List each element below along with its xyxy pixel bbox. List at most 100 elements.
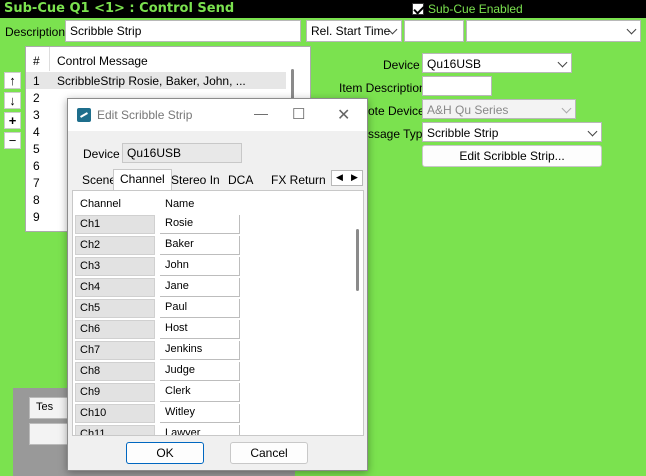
- channel-cell: Ch2: [75, 236, 155, 255]
- channel-tab-panel: Channel Name Ch1 Rosie Ch2 Baker Ch3 John C…: [72, 190, 364, 436]
- checkbox-checked-icon[interactable]: [412, 3, 424, 15]
- chevron-down-icon: [626, 24, 637, 35]
- row-num: 4: [33, 125, 40, 139]
- dialog-device-field: Qu16USB: [122, 143, 242, 163]
- table-row: Ch5 Paul: [75, 299, 315, 320]
- description-input[interactable]: Scribble Strip: [65, 20, 301, 42]
- name-cell[interactable]: Clerk: [160, 383, 240, 402]
- chevron-down-icon: [587, 126, 598, 137]
- chevron-down-icon: [561, 103, 572, 114]
- move-down-button[interactable]: ↓: [4, 92, 21, 109]
- message-type-label: ssage Type: [368, 127, 430, 141]
- col-channel-header: Channel: [80, 198, 121, 210]
- table-row: Ch8 Judge: [75, 362, 315, 383]
- name-cell[interactable]: John: [160, 257, 240, 276]
- channel-cell: Ch11: [75, 425, 155, 435]
- column-divider: [49, 47, 50, 71]
- row-num: 3: [33, 108, 40, 122]
- rel-start-time-value: Rel. Start Time: [311, 24, 391, 38]
- dialog-title-bar: Edit Scribble Strip — ☐ ✕: [68, 99, 367, 131]
- name-cell[interactable]: Baker: [160, 236, 240, 255]
- device-select[interactable]: Qu16USB: [422, 53, 572, 73]
- app-icon: [77, 108, 91, 122]
- table-row: Ch11 Lawyer: [75, 425, 315, 435]
- minimize-icon[interactable]: —: [254, 105, 268, 121]
- tab-scroll-left-icon[interactable]: ◀: [336, 172, 343, 183]
- tab-stereo-in[interactable]: Stereo In: [165, 171, 226, 189]
- table-row: Ch4 Jane: [75, 278, 315, 299]
- name-cell[interactable]: Host: [160, 320, 240, 339]
- message-type-select[interactable]: Scribble Strip: [422, 122, 602, 142]
- name-cell[interactable]: Lawyer: [160, 425, 240, 435]
- channel-cell: Ch5: [75, 299, 155, 318]
- move-up-button[interactable]: ↑: [4, 72, 21, 89]
- remote-device-select[interactable]: A&H Qu Series: [422, 99, 576, 119]
- maximize-icon[interactable]: ☐: [292, 105, 305, 123]
- name-cell[interactable]: Jane: [160, 278, 240, 297]
- table-row: Ch10 Witley: [75, 404, 315, 425]
- list-header: # Control Message: [26, 47, 312, 71]
- item-description-input[interactable]: [422, 76, 492, 96]
- remove-message-button[interactable]: −: [4, 132, 21, 149]
- row-num: 1: [33, 74, 40, 88]
- table-row: Ch6 Host: [75, 320, 315, 341]
- rel-start-time-select[interactable]: Rel. Start Time: [306, 20, 402, 42]
- title-bar: Sub-Cue Q1 <1> : Control Send Sub-Cue En…: [0, 0, 646, 18]
- remote-device-label: ote Device: [368, 104, 425, 118]
- chevron-down-icon: [557, 57, 568, 68]
- table-row: Ch3 John: [75, 257, 315, 278]
- start-time-unit-select[interactable]: [466, 20, 641, 42]
- tab-fx-return[interactable]: FX Return: [265, 171, 332, 189]
- channel-cell: Ch3: [75, 257, 155, 276]
- col-name-header: Name: [165, 198, 195, 210]
- channel-cell: Ch4: [75, 278, 155, 297]
- remote-device-value: A&H Qu Series: [427, 103, 509, 117]
- edit-scribble-strip-button[interactable]: Edit Scribble Strip...: [422, 145, 602, 167]
- channel-cell: Ch7: [75, 341, 155, 360]
- name-cell[interactable]: Rosie: [160, 215, 240, 234]
- tab-scroll-arrows: ◀ ▶: [331, 170, 363, 186]
- window-title: Sub-Cue Q1 <1> : Control Send: [4, 1, 235, 16]
- description-label: Description: [5, 25, 66, 39]
- device-label: Device: [383, 58, 420, 72]
- tab-scroll-right-icon[interactable]: ▶: [351, 172, 358, 183]
- channel-cell: Ch8: [75, 362, 155, 381]
- ok-button[interactable]: OK: [126, 442, 204, 464]
- dialog-title: Edit Scribble Strip: [97, 108, 193, 122]
- channel-cell: Ch9: [75, 383, 155, 402]
- start-time-input[interactable]: [404, 20, 464, 42]
- name-cell[interactable]: Paul: [160, 299, 240, 318]
- name-cell[interactable]: Judge: [160, 362, 240, 381]
- row-num: 9: [33, 210, 40, 224]
- tab-dca[interactable]: DCA: [222, 171, 259, 189]
- table-row: Ch7 Jenkins: [75, 341, 315, 362]
- add-message-button[interactable]: +: [4, 112, 21, 129]
- col-msg-header: Control Message: [57, 54, 148, 68]
- message-type-value: Scribble Strip: [427, 126, 499, 140]
- row-num: 8: [33, 193, 40, 207]
- row-num: 5: [33, 142, 40, 156]
- channel-cell: Ch10: [75, 404, 155, 423]
- dialog-device-label: Device: [83, 147, 120, 161]
- row-num: 6: [33, 159, 40, 173]
- name-cell[interactable]: Witley: [160, 404, 240, 423]
- row-num: 2: [33, 91, 40, 105]
- item-description-label: Item Description: [339, 81, 426, 95]
- col-num-header: #: [33, 54, 40, 68]
- edit-scribble-strip-dialog: Edit Scribble Strip — ☐ ✕ Device Qu16USB…: [67, 98, 368, 471]
- tab-channel[interactable]: Channel: [113, 169, 172, 190]
- close-icon[interactable]: ✕: [337, 105, 350, 125]
- list-item[interactable]: 1 ScribbleStrip Rosie, Baker, John, ...: [26, 72, 286, 89]
- name-cell[interactable]: Jenkins: [160, 341, 240, 360]
- device-value: Qu16USB: [427, 57, 482, 71]
- cancel-button[interactable]: Cancel: [230, 442, 308, 464]
- row-msg: ScribbleStrip Rosie, Baker, John, ...: [57, 74, 246, 88]
- table-row: Ch9 Clerk: [75, 383, 315, 404]
- subcue-enabled-label: Sub-Cue Enabled: [428, 2, 523, 16]
- channel-list-scrollbar[interactable]: [356, 229, 359, 291]
- subcue-enabled-checkbox[interactable]: Sub-Cue Enabled: [412, 2, 523, 16]
- row-num: 7: [33, 176, 40, 190]
- channel-cell: Ch6: [75, 320, 155, 339]
- table-row: Ch2 Baker: [75, 236, 315, 257]
- table-row: Ch1 Rosie: [75, 215, 315, 236]
